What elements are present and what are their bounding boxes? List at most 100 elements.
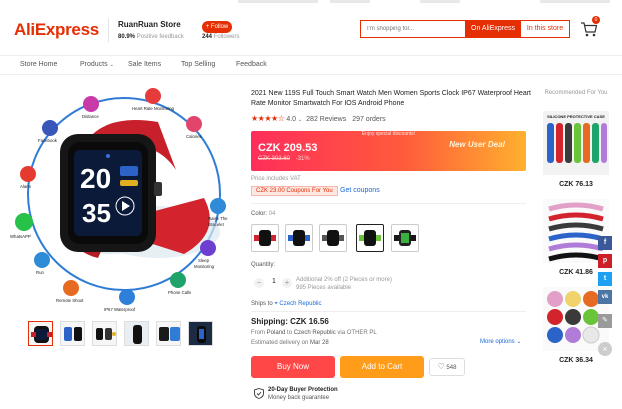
orders-count: 297 orders [352,116,386,123]
svg-text:Sleep: Sleep [198,258,210,263]
buy-now-button[interactable]: Buy Now [251,356,335,378]
aliexpress-logo[interactable]: AliExpress [14,20,99,40]
cart-count-badge: 0 [592,16,600,24]
recommended-price-1: CZK 76.13 [559,181,593,188]
feedback-value: 80.9% [118,34,136,40]
rating-row: ★★★★☆ 4.0 ⌄ 282 Reviews 297 orders [251,114,386,123]
nav-sale-items[interactable]: Sale Items [128,61,161,68]
thumbnail-5[interactable] [156,321,181,346]
svg-text:Calories: Calories [186,134,202,139]
quantity-minus-button[interactable]: − [254,278,264,288]
store-nav: Store Home Products ⌄ Sale Items Top Sell… [0,55,622,75]
rec-card-label: SILICONE PROTECTIVE CASE [547,114,605,119]
add-to-cart-button[interactable]: Add to Cart [340,356,424,378]
color-swatch-03[interactable] [319,224,347,252]
twitter-share-icon[interactable]: t [598,272,612,286]
ships-to-row: Ships to ⌖ Czech Republic [251,301,321,308]
store-name[interactable]: RuanRuan Store [118,20,181,29]
pinterest-share-icon[interactable]: p [598,254,612,268]
current-price: CZK 209.53 [258,142,318,154]
store-feedback: 80.9% Positive feedback [118,34,184,40]
rating-stars-icon: ★★★★☆ [251,114,285,123]
ship-route: From Poland to Czech Republic via OTHER … [251,330,377,336]
reviews-link[interactable]: 282 Reviews [306,116,346,123]
get-coupons-link[interactable]: Get coupons [340,187,380,194]
recommended-card-1[interactable]: SILICONE PROTECTIVE CASE [543,111,609,175]
ships-to-country[interactable]: Czech Republic [279,301,321,307]
rating-value: 4.0 [286,116,297,123]
quantity-note: Additional 2% off (2 Pieces or more) 995… [296,276,392,292]
price-promo-banner: Enjoy special discounts! CZK 209.53 CZK … [251,131,526,171]
search-bar: On AliExpress In this store [360,20,570,38]
svg-text:Run: Run [36,270,44,275]
edit-icon[interactable]: ✎ [598,314,612,328]
nav-store-home[interactable]: Store Home [20,61,57,68]
svg-text:Bracelet: Bracelet [208,222,225,227]
main-product-image[interactable]: 20 35 Distance Heart Rate Monitoring Cal… [8,82,240,314]
svg-text:Remote Shoot: Remote Shoot [56,298,84,303]
quantity-value[interactable]: 1 [268,278,280,285]
product-title: 2021 New 119S Full Touch Smart Watch Men… [251,90,531,107]
section-divider [251,311,526,312]
shield-icon [254,388,264,399]
recommended-title: Recommended For You [544,90,608,96]
shipping-cost: Shipping: CZK 16.56 [251,317,329,326]
ships-to-label: Ships to [251,301,273,307]
old-price: CZK 303.60 [258,156,291,162]
estimated-delivery: Estimated delivery on Mar 28 [251,340,329,346]
svg-text:Facebook: Facebook [38,138,58,143]
svg-text:Heart Rate Monitoring: Heart Rate Monitoring [132,106,175,111]
location-pin-icon: ⌖ [274,301,278,307]
wishlist-button[interactable]: ♡ 548 [429,358,465,376]
color-swatch-05[interactable] [391,224,419,252]
recommended-price-3: CZK 36.34 [559,357,593,364]
search-in-store-button[interactable]: In this store [521,21,569,37]
color-label: Color: 04 [251,211,275,217]
watch-number: 35 [82,198,111,228]
buyer-protection-title: 20-Day Buyer Protection [268,387,338,393]
thumbnail-3[interactable] [92,321,117,346]
color-swatch-04[interactable] [356,224,384,252]
follow-button[interactable]: + Follow [202,21,232,33]
nav-feedback[interactable]: Feedback [236,61,267,68]
thumbnail-2[interactable] [60,321,85,346]
followers-value: 244 [202,34,213,40]
close-icon[interactable]: × [598,342,612,356]
bulk-discount-note: Additional 2% off (2 Pieces or more) [296,277,392,283]
vk-share-icon[interactable]: vk [598,290,612,304]
thumbnail-6[interactable] [188,321,213,346]
promo-label: Enjoy special discounts! [361,131,416,137]
nav-products[interactable]: Products ⌄ [80,61,114,68]
buyer-protection-subtitle: Money back guarantee [268,395,330,401]
chevron-down-icon: ⌄ [516,339,522,345]
chevron-down-icon[interactable]: ⌄ [298,117,302,123]
color-swatch-02[interactable] [285,224,313,252]
more-shipping-options-link[interactable]: More options ⌄ [480,338,521,345]
vat-note: Price includes VAT [251,176,301,182]
nav-products-label: Products [80,61,108,68]
search-input[interactable] [367,21,463,37]
svg-text:Phone Calls: Phone Calls [168,290,191,295]
nav-top-selling[interactable]: Top Selling [181,61,215,68]
top-utility-strip [0,0,622,4]
discount-percent: -31% [295,156,310,162]
svg-text:Alarm: Alarm [20,184,32,189]
search-on-aliexpress-button[interactable]: On AliExpress [465,21,521,37]
color-swatch-01[interactable] [251,224,279,252]
feedback-label: Positive feedback [136,34,184,40]
svg-text:Monitoring: Monitoring [194,264,215,269]
followers-label: Followers [213,34,240,40]
product-page: AliExpress RuanRuan Store 80.9% Positive… [0,0,622,409]
svg-text:Raise The: Raise The [208,216,228,221]
wishlist-count: 548 [446,365,457,371]
facebook-share-icon[interactable]: f [598,236,612,250]
quantity-plus-button[interactable]: + [282,278,292,288]
thumbnail-1[interactable] [28,321,53,346]
coupon-badge: CZK 23.00 Coupons For You [251,186,338,196]
shipping-details: From Poland to Czech Republic via OTHER … [251,328,377,348]
section-divider [251,203,526,204]
thumbnail-4[interactable] [124,321,149,346]
old-price-row: CZK 303.60 -31% [258,156,310,162]
followers-count: 244 Followers [202,34,239,40]
chevron-down-icon: ⌄ [109,62,114,68]
